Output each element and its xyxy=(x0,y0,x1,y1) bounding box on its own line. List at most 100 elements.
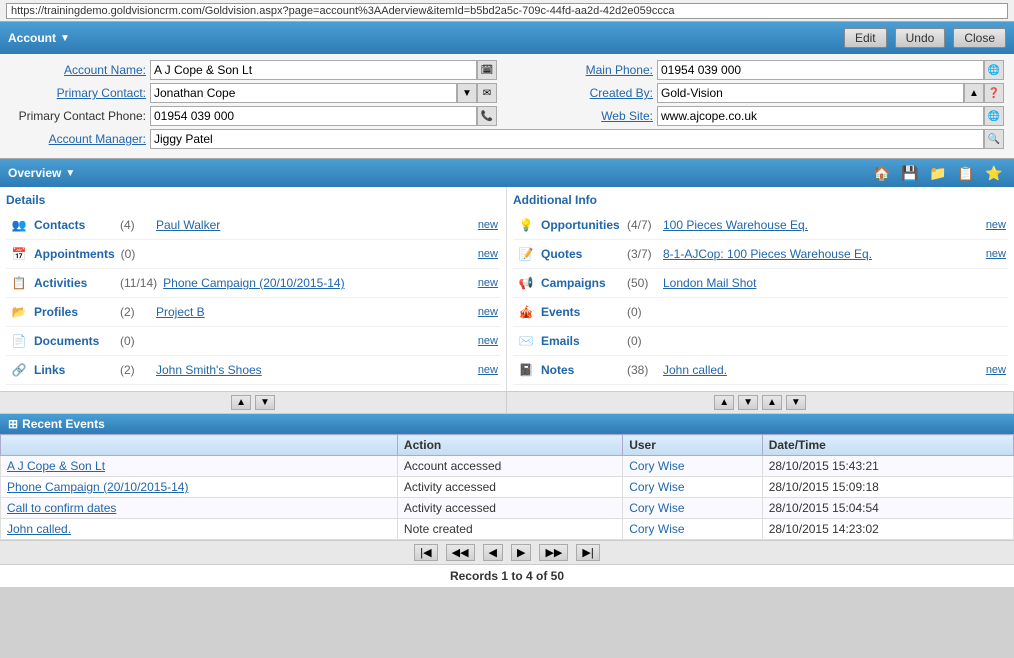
close-button[interactable]: Close xyxy=(953,28,1006,48)
event-action: Activity accessed xyxy=(397,477,622,498)
links-new[interactable]: new xyxy=(478,364,498,376)
url-text: https://trainingdemo.goldvisioncrm.com/G… xyxy=(6,3,1008,19)
event-user[interactable]: Cory Wise xyxy=(623,498,762,519)
opportunities-new[interactable]: new xyxy=(986,219,1006,231)
campaigns-link[interactable]: London Mail Shot xyxy=(663,276,1006,290)
created-by-help-icon[interactable]: ❓ xyxy=(984,83,1004,103)
web-site-input[interactable] xyxy=(657,106,984,126)
quotes-new[interactable]: new xyxy=(986,248,1006,260)
primary-contact-input[interactable] xyxy=(150,83,457,103)
created-by-up-icon[interactable]: ▲ xyxy=(964,83,984,103)
account-name-label[interactable]: Account Name: xyxy=(10,63,150,77)
account-header: Account ▼ Edit Undo Close xyxy=(0,22,1014,54)
documents-label[interactable]: Documents xyxy=(34,334,114,348)
overview-icon-5[interactable]: ⭐ xyxy=(982,161,1006,185)
edit-button[interactable]: Edit xyxy=(844,28,887,48)
event-user[interactable]: Cory Wise xyxy=(623,456,762,477)
profiles-link[interactable]: Project B xyxy=(156,305,478,319)
primary-contact-dropdown[interactable]: ▼ xyxy=(457,83,477,103)
events-label[interactable]: Events xyxy=(541,305,621,319)
created-by-input[interactable] xyxy=(657,83,964,103)
overview-icon-4[interactable]: 📋 xyxy=(954,161,978,185)
profiles-row: 📂 Profiles (2) Project B new xyxy=(6,298,500,327)
profiles-new[interactable]: new xyxy=(478,306,498,318)
right-up-arrow-1[interactable]: ▲ xyxy=(714,395,734,410)
emails-label[interactable]: Emails xyxy=(541,334,621,348)
campaigns-label[interactable]: Campaigns xyxy=(541,276,621,290)
links-icon: 🔗 xyxy=(8,359,30,381)
expand-icon[interactable]: ⊞ xyxy=(8,417,18,431)
profiles-label[interactable]: Profiles xyxy=(34,305,114,319)
overview-icon-2[interactable]: 💾 xyxy=(898,161,922,185)
prev-record-button[interactable]: ◀ xyxy=(483,544,503,561)
notes-label[interactable]: Notes xyxy=(541,363,621,377)
opportunities-label[interactable]: Opportunities xyxy=(541,218,621,232)
main-phone-input[interactable] xyxy=(657,60,984,80)
overview-icon-1[interactable]: 🏠 xyxy=(870,161,894,185)
contacts-link[interactable]: Paul Walker xyxy=(156,218,478,232)
main-phone-icon[interactable]: 🌐 xyxy=(984,60,1004,80)
overview-left: Details 👥 Contacts (4) Paul Walker new 📅… xyxy=(0,187,507,391)
overview-icon-3[interactable]: 📁 xyxy=(926,161,950,185)
quotes-icon: 📝 xyxy=(515,243,537,265)
campaigns-row: 📢 Campaigns (50) London Mail Shot xyxy=(513,269,1008,298)
emails-count: (0) xyxy=(627,334,657,348)
account-name-icon[interactable]: 🗓 xyxy=(477,60,497,80)
opportunities-link[interactable]: 100 Pieces Warehouse Eq. xyxy=(663,218,986,232)
undo-button[interactable]: Undo xyxy=(895,28,946,48)
account-manager-search-icon[interactable]: 🔍 xyxy=(984,129,1004,149)
web-site-icon[interactable]: 🌐 xyxy=(984,106,1004,126)
prev-page-button[interactable]: ◀◀ xyxy=(446,544,475,561)
contacts-new[interactable]: new xyxy=(478,219,498,231)
activities-label[interactable]: Activities xyxy=(34,276,114,290)
notes-row: 📓 Notes (38) John called. new xyxy=(513,356,1008,385)
links-label[interactable]: Links xyxy=(34,363,114,377)
appointments-label[interactable]: Appointments xyxy=(34,247,115,261)
header-dropdown-arrow[interactable]: ▼ xyxy=(60,33,70,44)
right-arrows: ▲ ▼ ▲ ▼ xyxy=(507,392,1014,413)
activities-link[interactable]: Phone Campaign (20/10/2015-14) xyxy=(163,276,478,290)
event-name[interactable]: Phone Campaign (20/10/2015-14) xyxy=(1,477,398,498)
contacts-label[interactable]: Contacts xyxy=(34,218,114,232)
col-datetime: Date/Time xyxy=(762,435,1013,456)
left-up-arrow[interactable]: ▲ xyxy=(231,395,251,410)
form-area: Account Name: 🗓 Main Phone: 🌐 Primary Co… xyxy=(0,54,1014,159)
event-name[interactable]: Call to confirm dates xyxy=(1,498,398,519)
account-manager-input[interactable] xyxy=(150,129,984,149)
appointments-count: (0) xyxy=(121,247,151,261)
primary-contact-email-icon[interactable]: ✉ xyxy=(477,83,497,103)
documents-new[interactable]: new xyxy=(478,335,498,347)
profiles-count: (2) xyxy=(120,305,150,319)
left-down-arrow[interactable]: ▼ xyxy=(255,395,275,410)
right-down-arrow-2[interactable]: ▼ xyxy=(786,395,806,410)
primary-contact-label[interactable]: Primary Contact: xyxy=(10,86,150,100)
quotes-label[interactable]: Quotes xyxy=(541,247,621,261)
links-link[interactable]: John Smith's Shoes xyxy=(156,363,478,377)
overview-dropdown-arrow[interactable]: ▼ xyxy=(65,168,75,179)
quotes-link[interactable]: 8-1-AJCop: 100 Pieces Warehouse Eq. xyxy=(663,247,986,261)
right-up-arrow-2[interactable]: ▲ xyxy=(762,395,782,410)
account-manager-label[interactable]: Account Manager: xyxy=(10,132,150,146)
event-user[interactable]: Cory Wise xyxy=(623,477,762,498)
header-actions: Edit Undo Close xyxy=(844,28,1006,48)
next-page-button[interactable]: ▶▶ xyxy=(539,544,568,561)
events-count: (0) xyxy=(627,305,657,319)
primary-contact-phone-icon[interactable]: 📞 xyxy=(477,106,497,126)
right-down-arrow-1[interactable]: ▼ xyxy=(738,395,758,410)
event-user[interactable]: Cory Wise xyxy=(623,519,762,540)
primary-contact-phone-input[interactable] xyxy=(150,106,477,126)
notes-new[interactable]: new xyxy=(986,364,1006,376)
pagination-row: |◀ ◀◀ ◀ ▶ ▶▶ ▶| xyxy=(0,540,1014,564)
notes-link[interactable]: John called. xyxy=(663,363,986,377)
first-page-button[interactable]: |◀ xyxy=(414,544,437,561)
account-name-input[interactable] xyxy=(150,60,477,80)
quotes-row: 📝 Quotes (3/7) 8-1-AJCop: 100 Pieces War… xyxy=(513,240,1008,269)
next-record-button[interactable]: ▶ xyxy=(511,544,531,561)
last-page-button[interactable]: ▶| xyxy=(576,544,599,561)
appointments-new[interactable]: new xyxy=(478,248,498,260)
quotes-count: (3/7) xyxy=(627,247,657,261)
event-name[interactable]: A J Cope & Son Lt xyxy=(1,456,398,477)
event-name[interactable]: John called. xyxy=(1,519,398,540)
records-info: Records 1 to 4 of 50 xyxy=(0,564,1014,587)
activities-new[interactable]: new xyxy=(478,277,498,289)
